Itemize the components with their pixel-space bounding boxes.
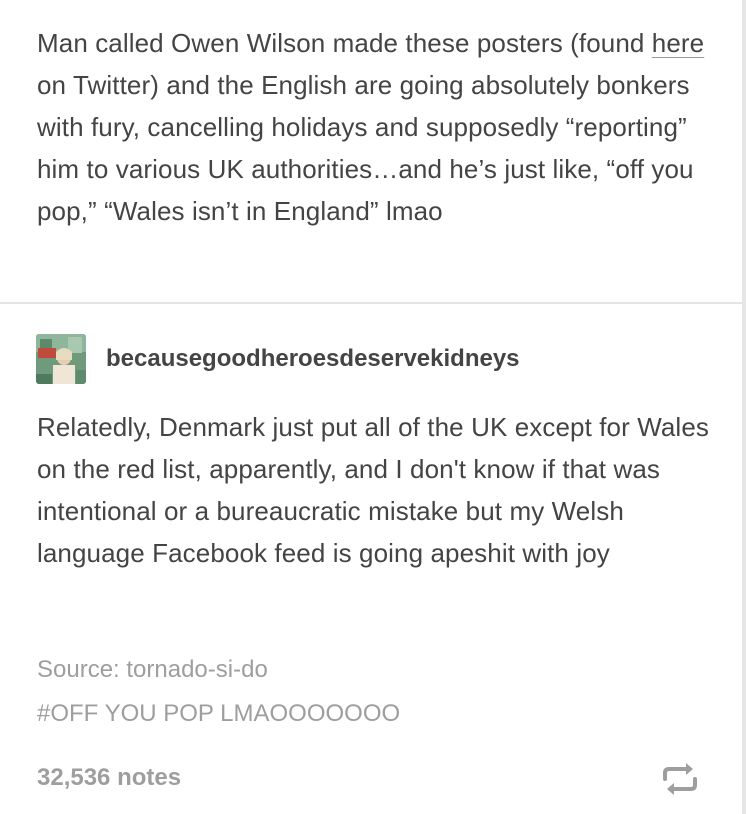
post-text-start: Man called Owen Wilson made these poster… [37, 28, 652, 58]
post-text-end: on Twitter) and the English are going ab… [37, 70, 694, 226]
post-divider [0, 302, 746, 304]
reblog-header: becausegoodheroesdeservekidneys [36, 334, 520, 384]
original-post-text: Man called Owen Wilson made these poster… [37, 22, 717, 232]
right-edge-border [742, 0, 746, 814]
reblog-icon [663, 763, 697, 795]
avatar[interactable] [36, 334, 86, 384]
reblog-text: Relatedly, Denmark just put all of the U… [37, 412, 709, 568]
source-link[interactable]: Source: tornado-si-do [37, 656, 268, 684]
notes-count[interactable]: 32,536 notes [37, 764, 181, 792]
avatar-image-icon [36, 334, 86, 384]
reblog-button[interactable] [660, 759, 700, 799]
post-tag[interactable]: #OFF YOU POP LMAOOOOOOO [37, 700, 400, 728]
here-link[interactable]: here [652, 28, 704, 58]
reblog-username[interactable]: becausegoodheroesdeservekidneys [106, 345, 520, 373]
